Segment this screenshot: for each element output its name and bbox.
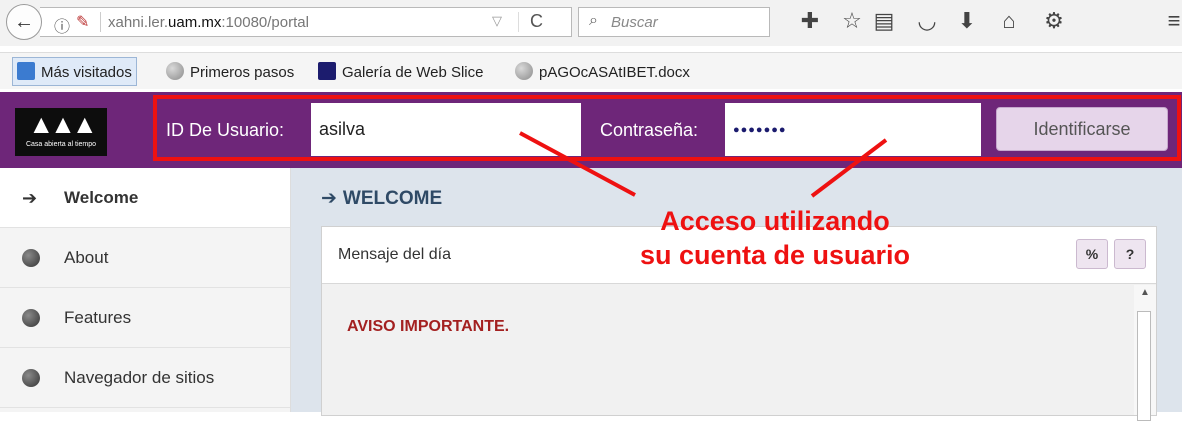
annotation-line: Acceso utilizando xyxy=(660,206,890,236)
annotation-line: su cuenta de usuario xyxy=(639,240,911,270)
annotation-arrow-user xyxy=(519,131,636,197)
annotation-arrow-password xyxy=(810,138,888,198)
annotation-text: Acceso utilizando su cuenta de usuario xyxy=(585,204,965,272)
